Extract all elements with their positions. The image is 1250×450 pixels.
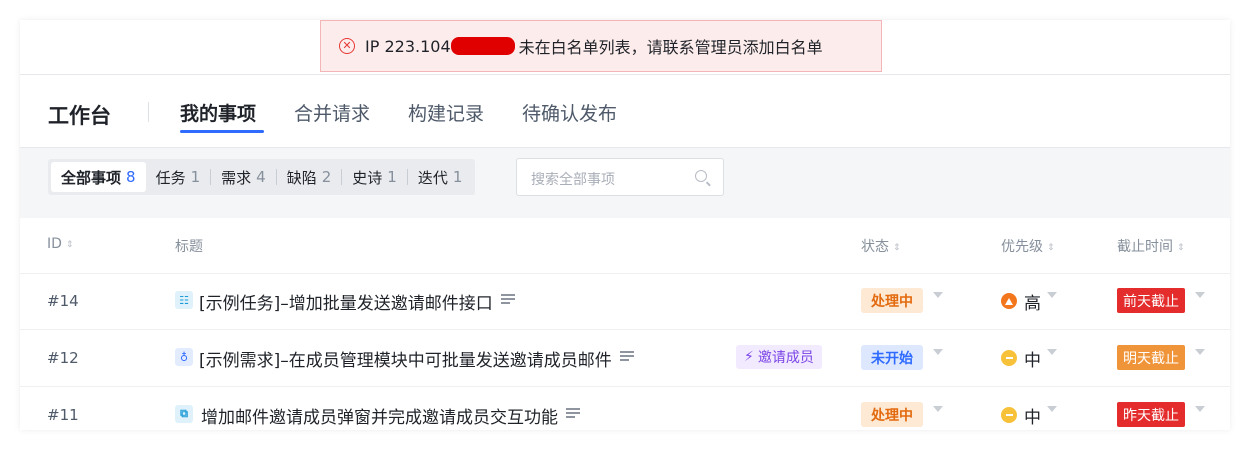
column-title-header: 标题 <box>175 236 203 256</box>
chevron-down-icon[interactable] <box>1047 406 1057 412</box>
priority-label[interactable]: 高 <box>1024 289 1041 314</box>
chevron-down-icon[interactable] <box>1047 349 1057 355</box>
filter-requirement-label: 需求 <box>221 168 252 187</box>
close-circle-icon: ✕ <box>339 38 355 54</box>
search-placeholder: 搜索全部事项 <box>531 172 615 188</box>
tab-merge-requests[interactable]: 合并请求 <box>294 99 370 126</box>
description-icon <box>500 292 515 306</box>
filter-all[interactable]: 全部事项 8 <box>51 162 146 192</box>
chevron-down-icon[interactable] <box>1195 349 1205 355</box>
deadline-badge[interactable]: 前天截止 <box>1117 288 1185 313</box>
row-id: #11 <box>47 406 79 424</box>
filter-requirement[interactable]: 需求 4 <box>211 162 276 192</box>
status-badge[interactable]: 处理中 <box>861 402 923 427</box>
row-title[interactable]: [示例任务]–增加批量发送邀请邮件接口 <box>199 289 515 314</box>
filter-epic[interactable]: 史诗 1 <box>342 162 407 192</box>
table-gap <box>20 208 1230 218</box>
sort-icon[interactable]: ⇕ <box>66 240 74 250</box>
filter-task-label: 任务 <box>155 168 186 187</box>
row-id: #14 <box>47 292 79 310</box>
redacted-ip-mark <box>450 37 515 55</box>
description-icon <box>619 349 634 363</box>
table-row[interactable]: #12 ♁ [示例需求]–在成员管理模块中可批量发送邀请成员邮件 ⚡ 邀请成员 未… <box>20 330 1230 387</box>
column-status-header[interactable]: 状态 ⇕ <box>861 236 901 256</box>
row-title-text: 增加邮件邀请成员弹窗并完成邀请成员交互功能 <box>201 408 558 428</box>
tab-pending-release[interactable]: 待确认发布 <box>522 99 617 126</box>
lightning-icon: ⚡ <box>744 349 754 365</box>
table-row[interactable]: #11 ⧉ 增加邮件邀请成员弹窗并完成邀请成员交互功能 处理中 中 昨天截止 <box>20 387 1230 443</box>
subtask-icon: ⧉ <box>175 405 193 423</box>
sort-icon[interactable]: ⇕ <box>1177 243 1185 253</box>
tab-build-records[interactable]: 构建记录 <box>408 99 484 126</box>
task-icon: ☷ <box>175 291 193 309</box>
column-status-label: 状态 <box>861 239 889 255</box>
filter-all-label: 全部事项 <box>61 168 122 187</box>
column-title-label: 标题 <box>175 239 203 255</box>
filter-iteration[interactable]: 迭代 1 <box>408 162 473 192</box>
filter-iteration-count: 1 <box>452 168 463 186</box>
chevron-down-icon[interactable] <box>933 349 943 355</box>
nav-divider <box>148 102 149 122</box>
table-row[interactable]: #14 ☷ [示例任务]–增加批量发送邀请邮件接口 处理中 高 前天截止 <box>20 273 1230 330</box>
column-deadline-header[interactable]: 截止时间 ⇕ <box>1117 236 1185 256</box>
column-id-header[interactable]: ID ⇕ <box>47 236 73 252</box>
filter-task[interactable]: 任务 1 <box>146 162 211 192</box>
whitelist-alert: ✕ IP 223.104 未在白名单列表，请联系管理员添加白名单 <box>320 20 882 72</box>
status-badge[interactable]: 处理中 <box>861 288 923 313</box>
description-icon <box>566 406 580 420</box>
chevron-down-icon[interactable] <box>933 406 943 412</box>
filter-bar: 全部事项 8 任务 1 需求 4 缺陷 2 史诗 1 迭代 1 搜索全部事项 <box>20 148 1230 208</box>
column-priority-header[interactable]: 优先级 ⇕ <box>1001 236 1055 256</box>
page-title: 工作台 <box>48 104 111 128</box>
top-bar: ✕ IP 223.104 未在白名单列表，请联系管理员添加白名单 <box>20 20 1230 75</box>
item-type-filter: 全部事项 8 任务 1 需求 4 缺陷 2 史诗 1 迭代 1 <box>48 159 476 195</box>
filter-bug[interactable]: 缺陷 2 <box>277 162 342 192</box>
row-title[interactable]: 增加邮件邀请成员弹窗并完成邀请成员交互功能 <box>201 403 580 428</box>
filter-requirement-count: 4 <box>256 168 266 186</box>
filter-all-count: 8 <box>126 168 136 186</box>
filter-bug-count: 2 <box>321 168 332 186</box>
deadline-badge[interactable]: 昨天截止 <box>1117 402 1185 427</box>
tag-label: 邀请成员 <box>757 350 814 366</box>
active-tab-indicator <box>180 130 264 133</box>
priority-medium-icon <box>1001 350 1017 366</box>
nav-bar: 工作台 我的事项 合并请求 构建记录 待确认发布 <box>20 75 1230 148</box>
alert-message: 未在白名单列表，请联系管理员添加白名单 <box>518 38 823 57</box>
row-title-text: [示例需求]–在成员管理模块中可批量发送邀请成员邮件 <box>199 351 612 371</box>
priority-medium-icon <box>1001 407 1017 423</box>
tag-chip[interactable]: ⚡ 邀请成员 <box>736 345 822 369</box>
sort-icon[interactable]: ⇕ <box>893 243 901 253</box>
row-title-text: [示例任务]–增加批量发送邀请邮件接口 <box>199 294 493 314</box>
sort-icon[interactable]: ⇕ <box>1047 243 1055 253</box>
row-id: #12 <box>47 349 79 367</box>
filter-iteration-label: 迭代 <box>417 168 448 187</box>
column-priority-label: 优先级 <box>1001 239 1043 255</box>
priority-label[interactable]: 中 <box>1024 403 1041 428</box>
column-deadline-label: 截止时间 <box>1117 239 1173 255</box>
search-input[interactable]: 搜索全部事项 <box>516 158 724 196</box>
filter-epic-count: 1 <box>387 168 397 186</box>
column-id-label: ID <box>47 236 62 252</box>
row-title[interactable]: [示例需求]–在成员管理模块中可批量发送邀请成员邮件 <box>199 346 634 371</box>
filter-task-count: 1 <box>190 168 201 186</box>
status-badge[interactable]: 未开始 <box>861 345 923 370</box>
priority-high-icon <box>1001 293 1017 309</box>
priority-label[interactable]: 中 <box>1024 346 1041 371</box>
table-header: ID ⇕ 标题 状态 ⇕ 优先级 ⇕ 截止时间 ⇕ <box>20 218 1230 274</box>
deadline-badge[interactable]: 明天截止 <box>1117 345 1185 370</box>
workspace-card: ✕ IP 223.104 未在白名单列表，请联系管理员添加白名单 工作台 我的事… <box>20 20 1230 430</box>
alert-ip-prefix: IP 223.104 <box>365 36 451 56</box>
tab-my-items[interactable]: 我的事项 <box>180 99 256 126</box>
filter-epic-label: 史诗 <box>352 168 383 187</box>
chevron-down-icon[interactable] <box>1195 406 1205 412</box>
chevron-down-icon[interactable] <box>1195 292 1205 298</box>
requirement-icon: ♁ <box>175 348 193 366</box>
chevron-down-icon[interactable] <box>933 292 943 298</box>
chevron-down-icon[interactable] <box>1047 292 1057 298</box>
filter-bug-label: 缺陷 <box>286 168 317 187</box>
search-icon[interactable] <box>695 170 707 182</box>
